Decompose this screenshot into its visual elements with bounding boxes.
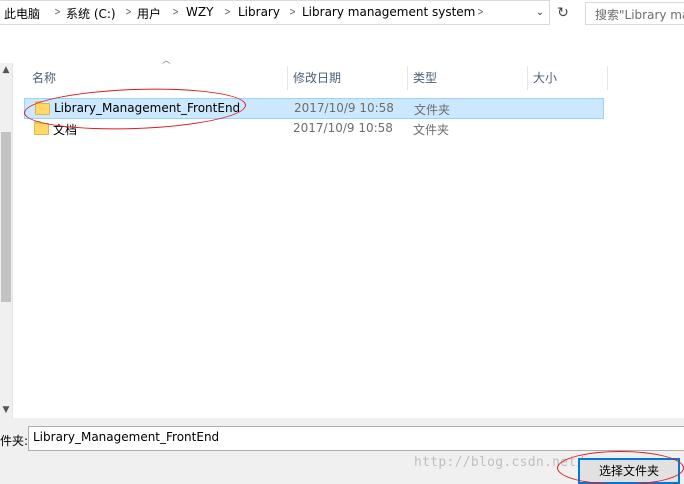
scroll-down-arrow-icon[interactable]: ▼	[0, 404, 12, 416]
column-divider[interactable]	[527, 66, 528, 90]
breadcrumb-users[interactable]: 用户	[137, 5, 161, 22]
address-bar[interactable]: 此电脑 > 系统 (C:) > 用户 > WZY > Library > Lib…	[0, 0, 550, 25]
column-divider[interactable]	[287, 66, 288, 90]
folder-icon	[35, 101, 50, 115]
scrollbar-thumb[interactable]	[1, 132, 11, 302]
file-date: 2017/10/9 10:58	[293, 121, 393, 135]
breadcrumb-chevron-icon[interactable]: >	[289, 5, 295, 18]
dialog-footer: 件夹: Library_Management_FrontEnd http://b…	[0, 418, 684, 484]
column-divider[interactable]	[407, 66, 408, 90]
breadcrumb-chevron-icon[interactable]: >	[125, 5, 131, 18]
column-type[interactable]: 类型	[413, 64, 437, 92]
address-dropdown-icon[interactable]: ⌄	[531, 1, 549, 24]
column-divider[interactable]	[607, 66, 608, 90]
search-placeholder: 搜索"Library ma	[595, 8, 684, 22]
breadcrumb-chevron-icon[interactable]: >	[224, 5, 230, 18]
file-name: 文档	[53, 123, 78, 137]
folder-name-input[interactable]: Library_Management_FrontEnd	[28, 426, 684, 451]
breadcrumb-chevron-icon[interactable]: >	[477, 5, 483, 18]
column-date-modified[interactable]: 修改日期	[293, 64, 341, 92]
breadcrumb-library-management-system[interactable]: Library management system	[302, 5, 475, 19]
refresh-icon[interactable]: ↻	[552, 2, 574, 24]
breadcrumb-library[interactable]: Library	[238, 5, 280, 19]
breadcrumb-chevron-icon[interactable]: >	[54, 5, 60, 18]
column-size[interactable]: 大小	[533, 64, 557, 92]
column-name[interactable]: 名称	[32, 64, 56, 92]
pane-divider[interactable]	[12, 63, 13, 418]
file-name: Library_Management_FrontEnd	[54, 101, 241, 115]
breadcrumb-wzy[interactable]: WZY	[186, 5, 213, 19]
breadcrumb-this-pc[interactable]: 此电脑	[4, 5, 40, 22]
file-row-documents[interactable]: 文档 2017/10/9 10:58 文件夹	[24, 119, 604, 140]
file-row-library-management-frontend[interactable]: Library_Management_FrontEnd 2017/10/9 10…	[24, 98, 604, 119]
select-folder-button[interactable]: 选择文件夹	[578, 458, 680, 484]
column-header: ^ 名称 修改日期 类型 大小	[13, 60, 684, 92]
breadcrumb-system-c[interactable]: 系统 (C:)	[66, 5, 116, 22]
file-type: 文件夹	[413, 123, 450, 137]
file-type: 文件夹	[414, 103, 451, 117]
search-input[interactable]: 搜索"Library ma	[585, 2, 684, 25]
breadcrumb-chevron-icon[interactable]: >	[172, 5, 178, 18]
file-date: 2017/10/9 10:58	[294, 101, 394, 115]
folder-label: 件夹:	[0, 434, 29, 448]
scroll-up-arrow-icon[interactable]: ▲	[0, 64, 12, 76]
sort-ascending-icon: ^	[160, 60, 173, 71]
folder-icon	[34, 121, 49, 135]
